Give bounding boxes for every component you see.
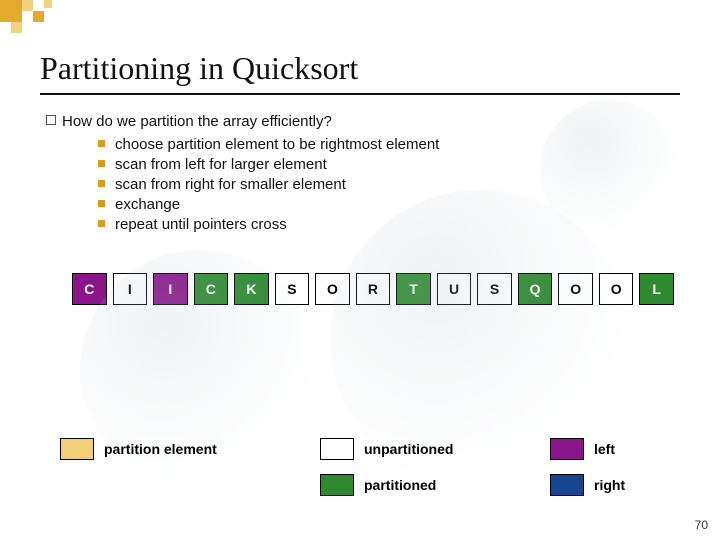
hollow-square-bullet-icon (46, 115, 56, 125)
array-cell: Q (518, 273, 553, 305)
swatch-partition-element (60, 438, 94, 460)
array-cell: O (558, 273, 593, 305)
swatch-right (550, 474, 584, 496)
array-cell: T (396, 273, 431, 305)
array-cell: O (315, 273, 350, 305)
page-title: Partitioning in Quicksort (40, 50, 680, 95)
legend-label: partitioned (364, 477, 436, 493)
array-cell: R (356, 273, 391, 305)
array-cell: U (437, 273, 472, 305)
array-cell: K (234, 273, 269, 305)
array-cell: C (72, 273, 107, 305)
swatch-partitioned (320, 474, 354, 496)
array-cell: S (477, 273, 512, 305)
array-cell: O (599, 273, 634, 305)
legend: partition element unpartitioned left par… (60, 424, 680, 510)
legend-label: unpartitioned (364, 441, 453, 457)
swatch-left (550, 438, 584, 460)
array-cell: S (275, 273, 310, 305)
lead-question: How do we partition the array efficientl… (46, 113, 680, 130)
array-cell: C (194, 273, 229, 305)
list-item: scan from left for larger element (98, 156, 680, 173)
list-item: exchange (98, 196, 680, 213)
swatch-unpartitioned (320, 438, 354, 460)
legend-label: right (594, 477, 625, 493)
array-cell: I (113, 273, 148, 305)
slide-content: Partitioning in Quicksort How do we part… (0, 0, 720, 305)
list-item: choose partition element to be rightmost… (98, 136, 680, 153)
lead-text: How do we partition the array efficientl… (62, 113, 332, 130)
array-cell: I (153, 273, 188, 305)
list-item: repeat until pointers cross (98, 216, 680, 233)
array-cell: L (639, 273, 674, 305)
legend-label: partition element (104, 441, 217, 457)
legend-label: left (594, 441, 615, 457)
array-visualization: C I I C K S O R T U S Q O O L (72, 273, 680, 305)
page-number: 70 (695, 518, 708, 532)
list-item: scan from right for smaller element (98, 176, 680, 193)
sub-bullets: choose partition element to be rightmost… (98, 136, 680, 233)
